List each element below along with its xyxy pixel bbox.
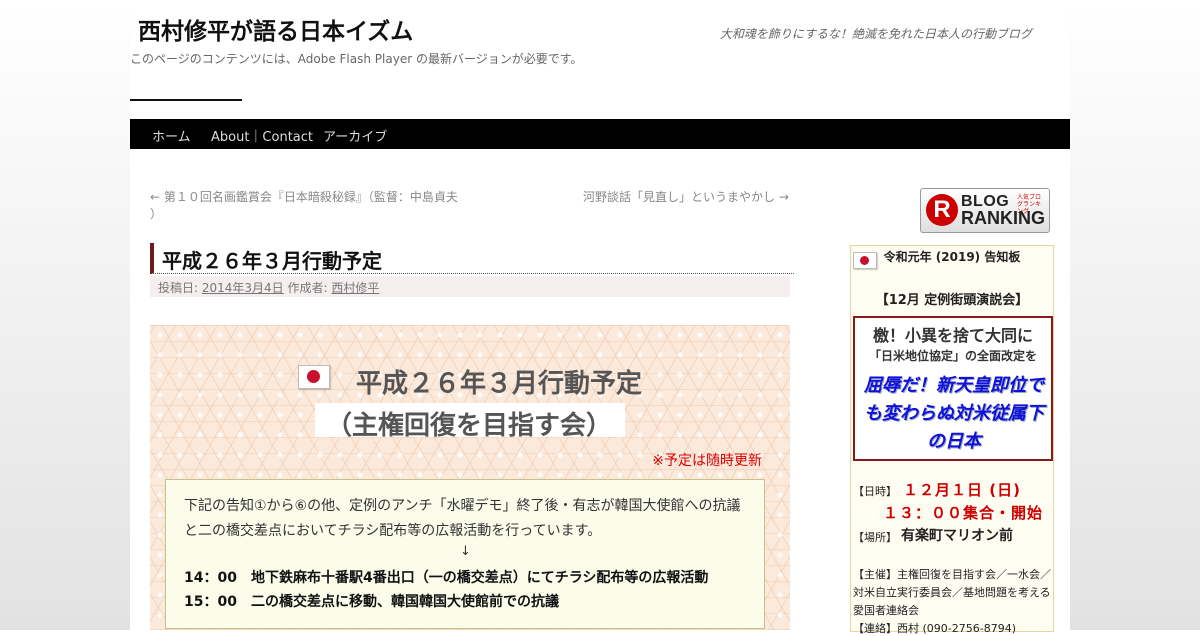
ranking-logo-icon: R xyxy=(926,194,958,226)
japan-flag-icon xyxy=(298,365,330,389)
event-demand: 「日米地位協定」の全面改定を xyxy=(868,349,1037,363)
schedule-item: 14：00 地下鉄麻布十番駅4番出口（一の橋交差点）にてチラシ配布等の広報活動 xyxy=(184,570,709,586)
meta-posted-label: 投稿日: xyxy=(158,281,199,295)
blog-ranking-banner[interactable]: R BLOG RANKING 人気ブログランキング xyxy=(920,188,1050,233)
flash-notice: このページのコンテンツには、Adobe Flash Player の最新バージョ… xyxy=(130,52,583,66)
nav-item-about-contact[interactable]: About｜Contact xyxy=(211,126,313,145)
main-nav: ホーム About｜Contact アーカイブ xyxy=(130,119,1070,149)
schedule-item: 15：00 二の橋交差点に移動、韓国韓国大使館前での抗議 xyxy=(184,594,559,610)
event-slogan: 檄！小異を捨て大同に xyxy=(872,326,1033,345)
post-title: 平成２６年３月行動予定 xyxy=(150,243,794,274)
event-time: １３：００集合・開始 xyxy=(883,504,1044,522)
page: 西村修平が語る日本イズム 大和魂を飾りにするな！絶滅を免れた日本人の行動ブログ … xyxy=(130,0,1070,635)
date-label: 【日時】 xyxy=(853,485,897,498)
meta-author-link[interactable]: 西村修平 xyxy=(331,281,379,295)
event-contact: 【連絡】西村 (090-2756-8794) xyxy=(853,622,1017,635)
down-arrow-icon: ↓ xyxy=(460,544,471,559)
banner-subtitle: （主権回復を目指す会） xyxy=(326,411,613,441)
ranking-tiny-text: 人気ブログランキング xyxy=(1017,194,1042,215)
event-host: 【主催】主権回復を目指す会／一水会／対米自立実行委員会／基地問題を考える愛国者連… xyxy=(853,568,1051,617)
banner-title: 平成２６年３月行動予定 xyxy=(356,369,643,399)
nav-item-home[interactable]: ホーム xyxy=(152,126,191,145)
prev-post-line2: ） xyxy=(150,207,163,221)
event-headline: 屈辱だ！新天皇即位でも変わらぬ対米従属下の日本 xyxy=(864,375,1044,452)
event-place: 有楽町マリオン前 xyxy=(901,528,1013,544)
prev-post-line1: ← 第１０回名画鑑賞会『日本暗殺秘録』（監督：中島貞夫 xyxy=(150,190,458,204)
post-title-text: 平成２６年３月行動予定 xyxy=(162,249,382,273)
update-note: ※予定は随時更新 xyxy=(652,453,762,469)
next-post-link[interactable]: 河野談話「見直し」というまやかし → xyxy=(583,189,789,206)
post-banner: 平成２６年３月行動予定 （主権回復を目指す会） ※予定は随時更新 下記の告知①か… xyxy=(150,325,790,630)
notice-board-title: 令和元年 (2019) 告知板 xyxy=(883,250,1021,264)
post-meta: 投稿日: 2014年3月4日 作成者: 西村修平 xyxy=(150,276,790,297)
meta-author-label: 作成者: xyxy=(287,281,328,295)
meta-date-link[interactable]: 2014年3月4日 xyxy=(202,281,284,295)
notice-box: 下記の告知①から⑥の他、定例のアンチ「水曜デモ」終了後・有志が韓国大使館への抗議… xyxy=(165,479,765,629)
notice-text: 下記の告知①から⑥の他、定例のアンチ「水曜デモ」終了後・有志が韓国大使館への抗議… xyxy=(184,498,741,539)
site-title[interactable]: 西村修平が語る日本イズム xyxy=(138,12,413,46)
header-divider xyxy=(130,99,242,101)
site-description: 大和魂を飾りにするな！絶滅を免れた日本人の行動ブログ xyxy=(719,27,1032,41)
place-label: 【場所】 xyxy=(853,531,897,544)
nav-item-archive[interactable]: アーカイブ xyxy=(323,126,387,145)
event-date: １２月１日 (日) xyxy=(903,481,1021,499)
event-banner: 檄！小異を捨て大同に 「日米地位協定」の全面改定を 屈辱だ！新天皇即位でも変わら… xyxy=(853,316,1053,461)
event-title: 【12月 定例街頭演説会】 xyxy=(875,293,1029,308)
sidebar-notice-board: 令和元年 (2019) 告知板 【12月 定例街頭演説会】 檄！小異を捨て大同に… xyxy=(850,245,1054,635)
prev-post-link[interactable]: ← 第１０回名画鑑賞会『日本暗殺秘録』（監督：中島貞夫 ） xyxy=(150,189,480,223)
